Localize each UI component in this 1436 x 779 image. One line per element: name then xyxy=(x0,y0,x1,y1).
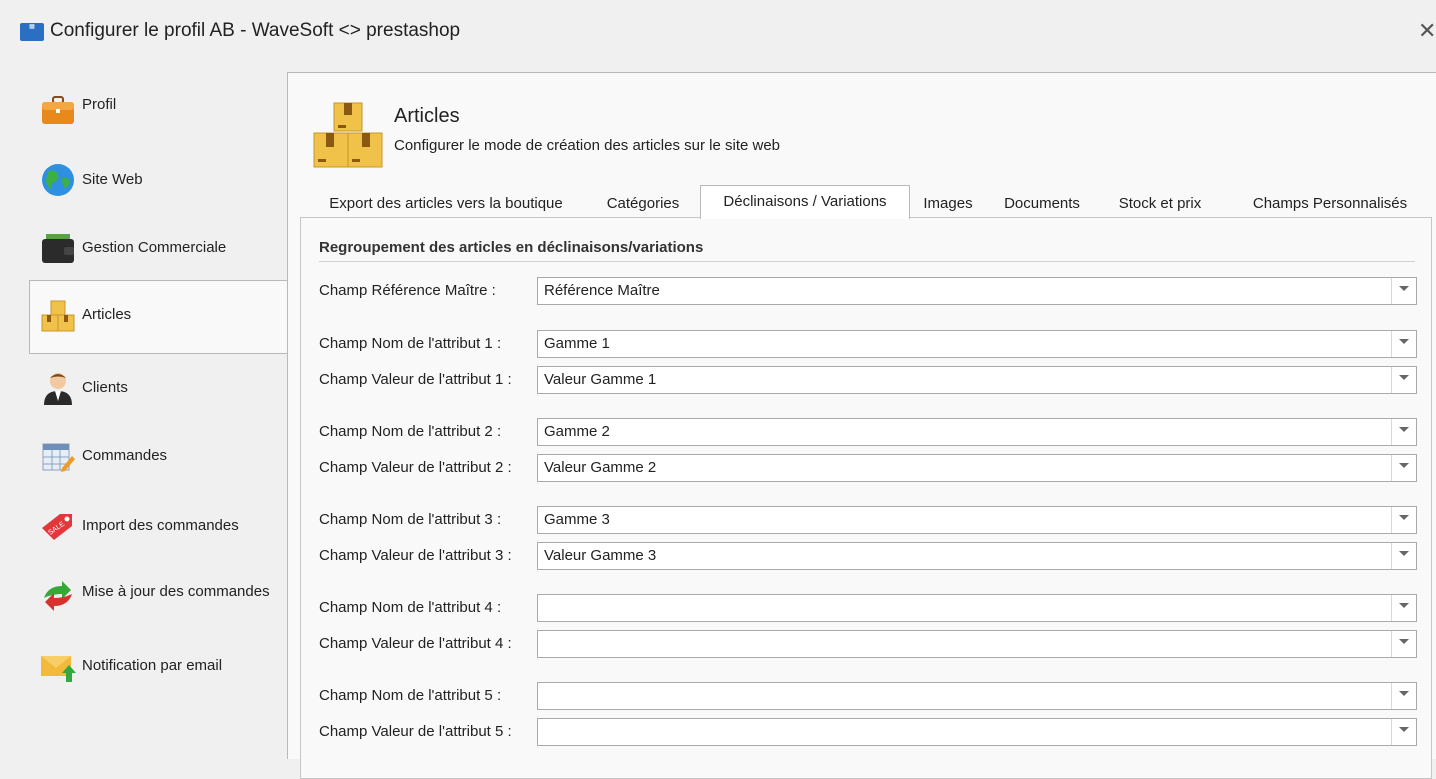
nom-attribut-2-select[interactable]: Gamme 2 xyxy=(537,418,1417,446)
sidebar-item-commandes[interactable]: Commandes xyxy=(30,422,288,490)
tab-documents[interactable]: Documents xyxy=(1000,191,1084,217)
sidebar-item-label: Site Web xyxy=(82,171,143,188)
person-icon xyxy=(44,373,72,405)
boxes-icon xyxy=(41,300,75,332)
chevron-down-icon[interactable] xyxy=(1391,455,1416,481)
sidebar-item-label: Import des commandes xyxy=(82,517,239,534)
sidebar-item-label: Profil xyxy=(82,96,117,113)
window-title: Configurer le profil AB - WaveSoft <> pr… xyxy=(50,20,461,41)
field-row-valeur-attribut-4: Champ Valeur de l'attribut 4 : xyxy=(301,630,1431,658)
field-row-valeur-attribut-1: Champ Valeur de l'attribut 1 : Valeur Ga… xyxy=(301,366,1431,394)
field-label: Champ Référence Maître : xyxy=(319,282,496,299)
page-subtitle: Configurer le mode de création des artic… xyxy=(394,137,781,154)
tab-images[interactable]: Images xyxy=(922,191,974,217)
nom-attribut-1-select[interactable]: Gamme 1 xyxy=(537,330,1417,358)
chevron-down-icon[interactable] xyxy=(1391,419,1416,445)
nom-attribut-5-select[interactable] xyxy=(537,682,1417,710)
field-label: Champ Valeur de l'attribut 2 : xyxy=(319,459,512,476)
briefcase-icon xyxy=(42,96,74,124)
field-label: Champ Valeur de l'attribut 3 : xyxy=(319,547,512,564)
select-value: Valeur Gamme 2 xyxy=(544,459,657,476)
tab-categories[interactable]: Catégories xyxy=(600,191,686,217)
sidebar-item-label: Notification par email xyxy=(82,657,223,674)
chevron-down-icon[interactable] xyxy=(1391,631,1416,657)
field-label: Champ Nom de l'attribut 1 : xyxy=(319,335,502,352)
sidebar-item-label: Commandes xyxy=(82,447,168,464)
nom-attribut-3-select[interactable]: Gamme 3 xyxy=(537,506,1417,534)
sidebar-item-site-web[interactable]: Site Web xyxy=(30,146,288,214)
tab-bar: Export des articles vers la boutique Cat… xyxy=(300,185,1432,219)
chevron-down-icon[interactable] xyxy=(1391,507,1416,533)
sidebar-item-notification-email[interactable]: Notification par email xyxy=(30,632,288,700)
chevron-down-icon[interactable] xyxy=(1391,278,1416,304)
field-row-valeur-attribut-2: Champ Valeur de l'attribut 2 : Valeur Ga… xyxy=(301,454,1431,482)
field-label: Champ Valeur de l'attribut 4 : xyxy=(319,635,512,652)
app-logo-icon: ▦ xyxy=(20,23,44,41)
field-label: Champ Nom de l'attribut 2 : xyxy=(319,423,502,440)
boxes-icon xyxy=(313,102,383,168)
select-value: Référence Maître xyxy=(544,282,660,299)
sidebar-item-profil[interactable]: Profil xyxy=(30,76,288,144)
chevron-down-icon[interactable] xyxy=(1391,683,1416,709)
select-value: Valeur Gamme 1 xyxy=(544,371,657,388)
field-row-nom-attribut-1: Champ Nom de l'attribut 1 : Gamme 1 xyxy=(301,330,1431,358)
field-row-nom-attribut-5: Champ Nom de l'attribut 5 : xyxy=(301,682,1431,710)
tab-export-articles[interactable]: Export des articles vers la boutique xyxy=(308,191,584,217)
valeur-attribut-2-select[interactable]: Valeur Gamme 2 xyxy=(537,454,1417,482)
sidebar-item-gestion-commerciale[interactable]: Gestion Commerciale xyxy=(30,214,288,282)
tab-declinaisons[interactable]: Déclinaisons / Variations xyxy=(700,185,910,219)
chevron-down-icon[interactable] xyxy=(1391,367,1416,393)
group-title: Regroupement des articles en déclinaison… xyxy=(319,239,704,256)
sidebar-item-articles[interactable]: Articles xyxy=(29,280,289,354)
select-value: Gamme 3 xyxy=(544,511,610,528)
chevron-down-icon[interactable] xyxy=(1391,595,1416,621)
field-row-nom-attribut-2: Champ Nom de l'attribut 2 : Gamme 2 xyxy=(301,418,1431,446)
nom-attribut-4-select[interactable] xyxy=(537,594,1417,622)
field-label: Champ Valeur de l'attribut 5 : xyxy=(319,723,512,740)
sidebar-item-import-commandes[interactable]: SALE Import des commandes xyxy=(30,492,288,560)
field-row-valeur-attribut-3: Champ Valeur de l'attribut 3 : Valeur Ga… xyxy=(301,542,1431,570)
tab-stock-prix[interactable]: Stock et prix xyxy=(1110,191,1210,217)
sidebar-item-label: Gestion Commerciale xyxy=(82,239,227,256)
sidebar-item-label: Clients xyxy=(82,379,128,396)
select-value: Valeur Gamme 3 xyxy=(544,547,657,564)
main-content: Articles Configurer le mode de création … xyxy=(287,72,1436,779)
chevron-down-icon[interactable] xyxy=(1391,543,1416,569)
sidebar-item-maj-commandes[interactable]: Mise à jour des commandes xyxy=(30,562,288,630)
field-label: Champ Nom de l'attribut 3 : xyxy=(319,511,502,528)
sidebar-item-label: Articles xyxy=(82,306,132,323)
sale-tag-icon: SALE xyxy=(42,514,72,540)
field-row-nom-attribut-3: Champ Nom de l'attribut 3 : Gamme 3 xyxy=(301,506,1431,534)
group-divider xyxy=(319,261,1415,262)
select-value: Gamme 1 xyxy=(544,335,610,352)
chevron-down-icon[interactable] xyxy=(1391,719,1416,745)
field-row-nom-attribut-4: Champ Nom de l'attribut 4 : xyxy=(301,594,1431,622)
sidebar-item-clients[interactable]: Clients xyxy=(30,354,288,422)
valeur-attribut-3-select[interactable]: Valeur Gamme 3 xyxy=(537,542,1417,570)
select-value: Gamme 2 xyxy=(544,423,610,440)
sync-arrows-icon xyxy=(44,581,72,611)
field-label: Champ Nom de l'attribut 5 : xyxy=(319,687,502,704)
valeur-attribut-4-select[interactable] xyxy=(537,630,1417,658)
chevron-down-icon[interactable] xyxy=(1391,331,1416,357)
tab-champs-personnalises[interactable]: Champs Personnalisés xyxy=(1242,191,1418,217)
title-bar: ▦ Configurer le profil AB - WaveSoft <> … xyxy=(0,0,1436,66)
field-label: Champ Nom de l'attribut 4 : xyxy=(319,599,502,616)
globe-icon xyxy=(42,164,74,196)
field-row-reference-maitre: Champ Référence Maître : Référence Maîtr… xyxy=(301,277,1431,305)
field-row-valeur-attribut-5: Champ Valeur de l'attribut 5 : xyxy=(301,718,1431,746)
sidebar-item-label: Mise à jour des commandes xyxy=(82,583,270,600)
wallet-icon xyxy=(42,234,74,263)
close-icon[interactable]: ✕ xyxy=(1418,18,1436,44)
page-title: Articles xyxy=(394,105,460,127)
calendar-icon xyxy=(42,443,75,472)
valeur-attribut-1-select[interactable]: Valeur Gamme 1 xyxy=(537,366,1417,394)
email-icon xyxy=(41,656,76,682)
reference-maitre-select[interactable]: Référence Maître xyxy=(537,277,1417,305)
field-label: Champ Valeur de l'attribut 1 : xyxy=(319,371,512,388)
valeur-attribut-5-select[interactable] xyxy=(537,718,1417,746)
sidebar: Profil Site Web Gestion Commerciale Arti… xyxy=(0,66,289,758)
tab-panel-declinaisons: Regroupement des articles en déclinaison… xyxy=(300,217,1432,779)
